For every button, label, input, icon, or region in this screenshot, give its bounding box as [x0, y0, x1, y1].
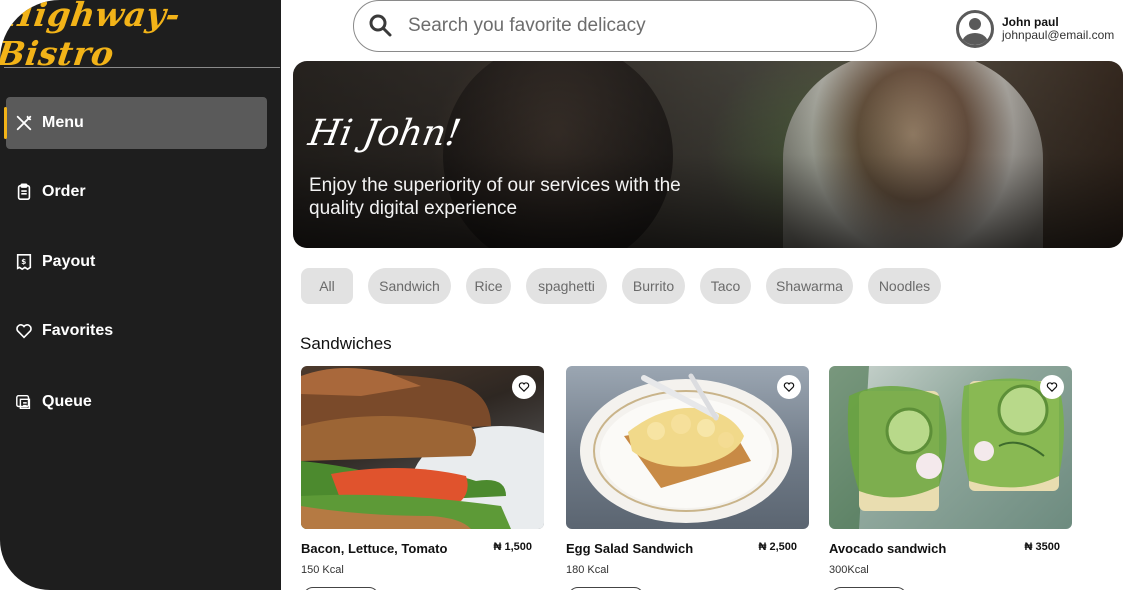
category-chip-taco[interactable]: Taco: [700, 268, 751, 304]
hero-greeting: Hi John!: [305, 113, 464, 154]
sidebar-item-menu[interactable]: Menu: [4, 97, 267, 149]
avocado-sandwich-illustration: [829, 366, 1064, 529]
search-input[interactable]: [408, 15, 828, 37]
egg-salad-illustration: [580, 373, 792, 523]
heart-icon: [14, 321, 34, 341]
product-price: ₦ 1,500: [493, 541, 532, 553]
hero-image-chef-right: [783, 61, 1043, 248]
favorite-button[interactable]: [777, 375, 801, 399]
user-email: johnpaul@email.com: [1002, 28, 1115, 42]
brand-name: Highway-Bistro: [0, 0, 183, 73]
sidebar-item-order[interactable]: Order: [6, 166, 267, 218]
product-calories: 180 Kcal: [566, 564, 609, 576]
product-calories: 150 Kcal: [301, 564, 344, 576]
sidebar-item-label: Menu: [42, 114, 84, 131]
section-title: Sandwiches: [300, 334, 392, 353]
category-chip-all[interactable]: All: [301, 268, 353, 304]
category-chip-shawarma[interactable]: Shawarma: [766, 268, 853, 304]
queue-icon: [14, 392, 34, 412]
utensils-icon: [14, 113, 34, 133]
product-image[interactable]: [829, 366, 1072, 529]
user-profile[interactable]: John paul johnpaul@email.com: [956, 10, 1114, 48]
sidebar-item-label: Favorites: [42, 322, 114, 339]
product-name: Egg Salad Sandwich: [566, 541, 694, 556]
category-chip-rice[interactable]: Rice: [466, 268, 511, 304]
heart-icon: [1046, 382, 1058, 393]
sidebar: Highway-Bistro Menu Order $ Payout Favor…: [0, 0, 281, 590]
sidebar-item-label: Payout: [42, 253, 96, 270]
category-chip-sandwich[interactable]: Sandwich: [368, 268, 451, 304]
category-chip-noodles[interactable]: Noodles: [868, 268, 941, 304]
search-bar[interactable]: [353, 0, 877, 52]
product-name: Bacon, Lettuce, Tomato: [301, 541, 448, 556]
receipt-icon: $: [14, 252, 34, 272]
sidebar-item-payout[interactable]: $ Payout: [6, 236, 267, 288]
product-image[interactable]: [566, 366, 809, 529]
sidebar-item-favorites[interactable]: Favorites: [6, 305, 267, 357]
favorite-button[interactable]: [512, 375, 536, 399]
hero-subtitle: Enjoy the superiority of our services wi…: [309, 175, 681, 219]
category-filter: All Sandwich Rice spaghetti Burrito Taco…: [301, 268, 941, 304]
product-card[interactable]: Bacon, Lettuce, Tomato ₦ 1,500 150 Kcal: [301, 366, 544, 590]
avatar-head: [969, 18, 981, 30]
sidebar-divider: [4, 67, 280, 68]
sidebar-item-label: Queue: [42, 393, 92, 410]
avatar[interactable]: [956, 10, 994, 48]
clipboard-icon: [14, 182, 34, 202]
user-info: John paul johnpaul@email.com: [1002, 16, 1114, 42]
avatar-shoulders: [962, 33, 988, 45]
product-price: ₦ 2,500: [758, 541, 797, 553]
product-price: ₦ 3500: [1024, 541, 1060, 553]
search-icon[interactable]: [368, 13, 394, 39]
heart-icon: [518, 382, 530, 393]
svg-text:$: $: [21, 257, 26, 266]
product-calories: 300Kcal: [829, 564, 869, 576]
brand-logo[interactable]: Highway-Bistro: [0, 0, 281, 73]
category-chip-spaghetti[interactable]: spaghetti: [526, 268, 607, 304]
product-card[interactable]: Egg Salad Sandwich ₦ 2,500 180 Kcal: [566, 366, 809, 590]
heart-icon: [783, 382, 795, 393]
product-card[interactable]: Avocado sandwich ₦ 3500 300Kcal: [829, 366, 1072, 590]
category-chip-burrito[interactable]: Burrito: [622, 268, 685, 304]
favorite-button[interactable]: [1040, 375, 1064, 399]
product-image[interactable]: [301, 366, 544, 529]
product-name: Avocado sandwich: [829, 541, 947, 556]
sidebar-item-queue[interactable]: Queue: [6, 376, 267, 428]
sidebar-item-label: Order: [42, 183, 86, 200]
hero-banner: Hi John! Enjoy the superiority of our se…: [293, 61, 1123, 248]
blt-sandwich-illustration: [301, 367, 544, 529]
